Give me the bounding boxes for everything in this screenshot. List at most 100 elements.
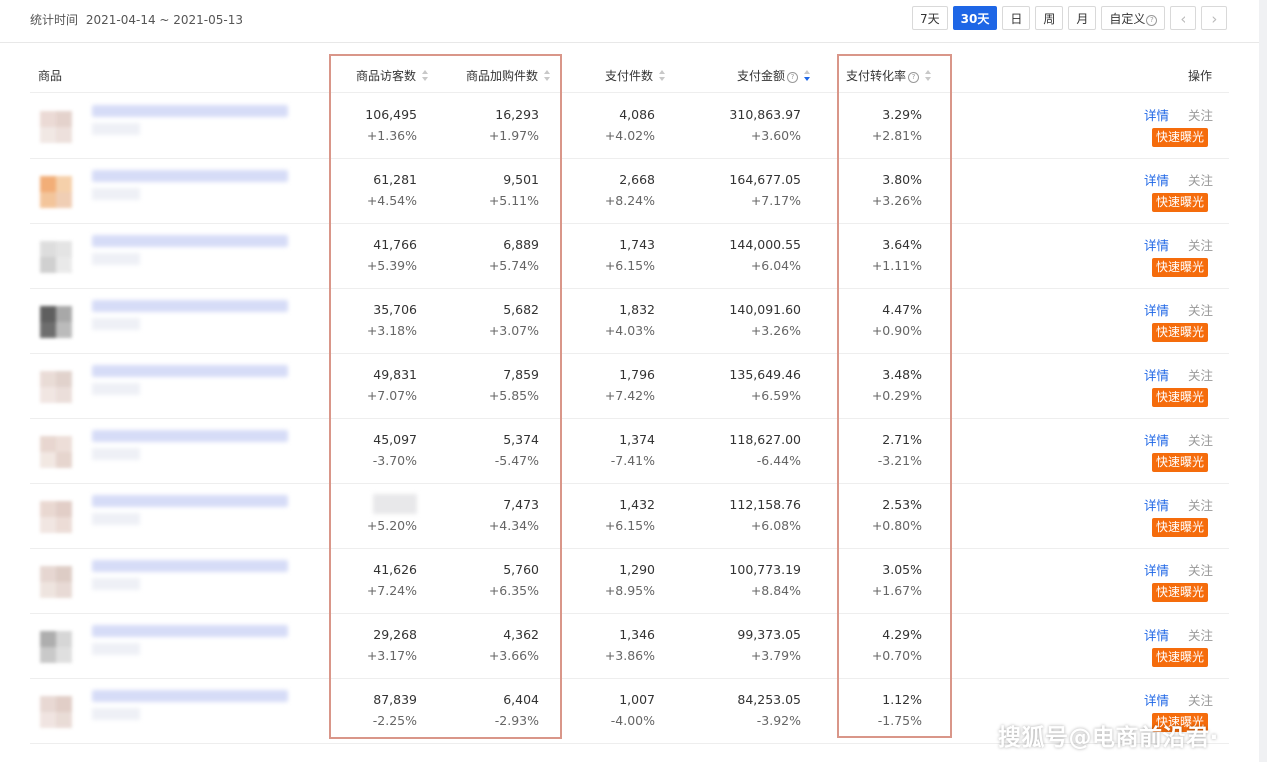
product-title-redacted[interactable]	[92, 430, 288, 442]
product-title-redacted[interactable]	[92, 560, 288, 572]
col-pay-amount-label: 支付金额	[737, 69, 786, 83]
quick-exposure-button[interactable]: 快速曝光	[1152, 518, 1209, 537]
cart-change: +3.07%	[488, 323, 539, 338]
period-custom-button[interactable]: 自定义?	[1101, 6, 1166, 30]
sort-icon	[422, 70, 429, 81]
product-thumbnail[interactable]	[32, 168, 80, 216]
product-title-redacted[interactable]	[92, 170, 288, 182]
cart-change: +3.66%	[488, 648, 539, 663]
detail-link[interactable]: 详情	[1144, 430, 1169, 449]
follow-link[interactable]: 关注	[1188, 690, 1213, 709]
visitors-value: 49,831	[373, 367, 417, 382]
product-title-redacted[interactable]	[92, 365, 288, 377]
product-thumbnail[interactable]	[32, 623, 80, 671]
product-thumbnail[interactable]	[32, 428, 80, 476]
quick-exposure-button[interactable]: 快速曝光	[1152, 258, 1209, 277]
pay-items-value: 1,796	[619, 367, 655, 382]
product-thumbnail[interactable]	[32, 103, 80, 151]
conversion-value: 3.80%	[882, 172, 922, 187]
quick-exposure-button[interactable]: 快速曝光	[1152, 453, 1209, 472]
period-month-button[interactable]: 月	[1068, 6, 1097, 30]
pay-items-value: 1,007	[619, 692, 655, 707]
product-title-redacted[interactable]	[92, 105, 288, 117]
product-thumbnail[interactable]	[32, 493, 80, 541]
pay-items-change: +4.03%	[604, 323, 655, 338]
quick-exposure-button[interactable]: 快速曝光	[1152, 128, 1209, 147]
product-thumbnail[interactable]	[32, 558, 80, 606]
product-thumbnail[interactable]	[32, 363, 80, 411]
conversion-change: +3.26%	[871, 193, 922, 208]
period-7d-button[interactable]: 7天	[912, 6, 948, 30]
product-title-redacted[interactable]	[92, 495, 288, 507]
period-custom-label: 自定义	[1109, 12, 1146, 26]
data-panel: 统计时间 2021-04-14 ~ 2021-05-13 7天 30天 日 周 …	[0, 0, 1259, 762]
col-cart[interactable]: 商品加购件数	[466, 67, 551, 84]
quick-exposure-button[interactable]: 快速曝光	[1152, 323, 1209, 342]
conversion-value: 3.64%	[882, 237, 922, 252]
follow-link[interactable]: 关注	[1188, 625, 1213, 644]
col-visitors[interactable]: 商品访客数	[356, 67, 429, 84]
follow-link[interactable]: 关注	[1188, 495, 1213, 514]
detail-link[interactable]: 详情	[1144, 170, 1169, 189]
follow-link[interactable]: 关注	[1188, 105, 1213, 124]
col-pay-amount[interactable]: 支付金额?	[737, 67, 811, 84]
visitors-value: 106,495	[365, 107, 417, 122]
cart-change: +5.11%	[488, 193, 539, 208]
col-conversion[interactable]: 支付转化率?	[846, 67, 932, 84]
period-30d-button[interactable]: 30天	[952, 6, 998, 30]
product-thumbnail[interactable]	[32, 233, 80, 281]
follow-link[interactable]: 关注	[1188, 365, 1213, 384]
prev-period-button[interactable]: ‹	[1170, 6, 1197, 30]
detail-link[interactable]: 详情	[1144, 105, 1169, 124]
visitors-value: 87,839	[373, 692, 417, 707]
pay-items-value: 2,668	[619, 172, 655, 187]
conversion-change: -1.75%	[877, 713, 922, 728]
col-pay-items[interactable]: 支付件数	[605, 67, 666, 84]
cart-value: 7,473	[503, 497, 539, 512]
conversion-value: 2.71%	[882, 432, 922, 447]
cart-value: 7,859	[503, 367, 539, 382]
cart-value: 16,293	[495, 107, 539, 122]
period-week-button[interactable]: 周	[1035, 6, 1064, 30]
conversion-value: 4.29%	[882, 627, 922, 642]
quick-exposure-button[interactable]: 快速曝光	[1152, 583, 1209, 602]
col-cart-label: 商品加购件数	[466, 69, 539, 83]
sort-icon	[659, 70, 666, 81]
follow-link[interactable]: 关注	[1188, 300, 1213, 319]
quick-exposure-button[interactable]: 快速曝光	[1152, 193, 1209, 212]
pay-items-value: 4,086	[619, 107, 655, 122]
product-title-redacted[interactable]	[92, 625, 288, 637]
conversion-change: +2.81%	[871, 128, 922, 143]
follow-link[interactable]: 关注	[1188, 560, 1213, 579]
detail-link[interactable]: 详情	[1144, 300, 1169, 319]
next-period-button[interactable]: ›	[1201, 6, 1228, 30]
follow-link[interactable]: 关注	[1188, 430, 1213, 449]
product-title-redacted[interactable]	[92, 235, 288, 247]
product-thumbnail[interactable]	[32, 298, 80, 346]
visitors-value-redacted	[373, 494, 417, 514]
product-thumbnail[interactable]	[32, 688, 80, 736]
visitors-value: 45,097	[373, 432, 417, 447]
col-conversion-label: 支付转化率	[846, 69, 907, 83]
product-subtitle-redacted	[92, 123, 140, 135]
pay-amount-value: 140,091.60	[729, 302, 801, 317]
pay-items-value: 1,432	[619, 497, 655, 512]
date-range-label: 统计时间	[30, 13, 79, 27]
detail-link[interactable]: 详情	[1144, 495, 1169, 514]
follow-link[interactable]: 关注	[1188, 235, 1213, 254]
detail-link[interactable]: 详情	[1144, 625, 1169, 644]
product-title-redacted[interactable]	[92, 690, 288, 702]
detail-link[interactable]: 详情	[1144, 235, 1169, 254]
follow-link[interactable]: 关注	[1188, 170, 1213, 189]
col-pay-items-label: 支付件数	[605, 69, 654, 83]
product-subtitle-redacted	[92, 318, 140, 330]
detail-link[interactable]: 详情	[1144, 365, 1169, 384]
quick-exposure-button[interactable]: 快速曝光	[1152, 388, 1209, 407]
quick-exposure-button[interactable]: 快速曝光	[1152, 648, 1209, 667]
period-day-button[interactable]: 日	[1002, 6, 1031, 30]
pay-items-change: +8.24%	[604, 193, 655, 208]
table-row: 41,766 +5.39% 6,889 +5.74% 1,743 +6.15% 144,00…	[30, 223, 1229, 289]
product-title-redacted[interactable]	[92, 300, 288, 312]
detail-link[interactable]: 详情	[1144, 690, 1169, 709]
detail-link[interactable]: 详情	[1144, 560, 1169, 579]
